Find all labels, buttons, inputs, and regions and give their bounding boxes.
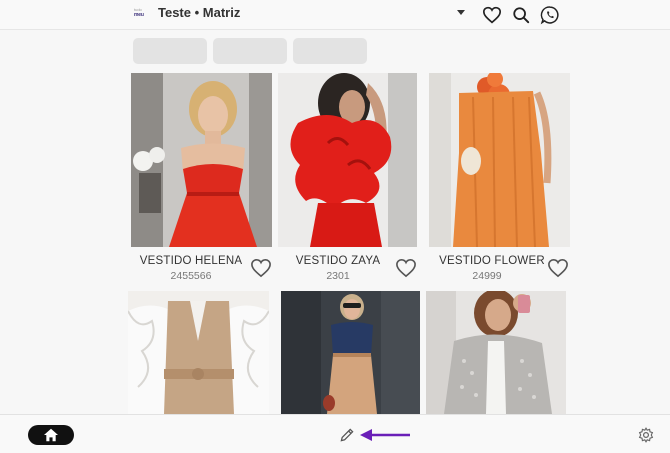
product-name: VESTIDO ZAYA — [295, 255, 381, 267]
favorite-heart-icon[interactable] — [395, 258, 417, 278]
app-root: tudo meu Teste • Matriz VESTIDO HELENA 2… — [0, 0, 670, 453]
home-icon — [44, 428, 58, 442]
top-bar: tudo meu Teste • Matriz — [0, 0, 670, 30]
product-name: VESTIDO FLOWER — [439, 255, 545, 267]
pencil-icon[interactable] — [339, 427, 355, 443]
beige-vest-outfit-photo — [128, 291, 269, 414]
filter-chip[interactable] — [213, 38, 287, 64]
product-code: 24999 — [472, 270, 502, 282]
filter-chip[interactable] — [133, 38, 207, 64]
red-ruffle-dress-photo — [278, 73, 417, 247]
chevron-down-icon[interactable] — [457, 10, 465, 15]
store-selector[interactable]: tudo meu Teste • Matriz — [134, 5, 240, 20]
store-title: Teste • Matriz — [158, 5, 241, 20]
logo-text-bottom: meu — [134, 11, 144, 18]
brand-logo: tudo meu — [134, 6, 152, 20]
orange-dress-photo — [429, 73, 570, 247]
heart-icon[interactable] — [481, 4, 503, 26]
sequin-jacket-photo — [426, 291, 566, 414]
red-dress-photo — [131, 73, 272, 247]
search-icon[interactable] — [510, 4, 532, 26]
gear-icon[interactable] — [638, 427, 654, 443]
favorite-heart-icon[interactable] — [250, 258, 272, 278]
product-code: 2301 — [326, 270, 350, 282]
product-code: 2455566 — [170, 270, 212, 282]
navy-top-beige-pants-photo — [281, 291, 420, 414]
product-name: VESTIDO HELENA — [139, 255, 243, 267]
home-button[interactable] — [28, 425, 74, 445]
favorite-heart-icon[interactable] — [547, 258, 569, 278]
filter-chip[interactable] — [293, 38, 367, 64]
whatsapp-icon[interactable] — [539, 4, 561, 26]
pointer-arrow-icon — [360, 428, 412, 442]
bottom-bar — [0, 414, 670, 453]
